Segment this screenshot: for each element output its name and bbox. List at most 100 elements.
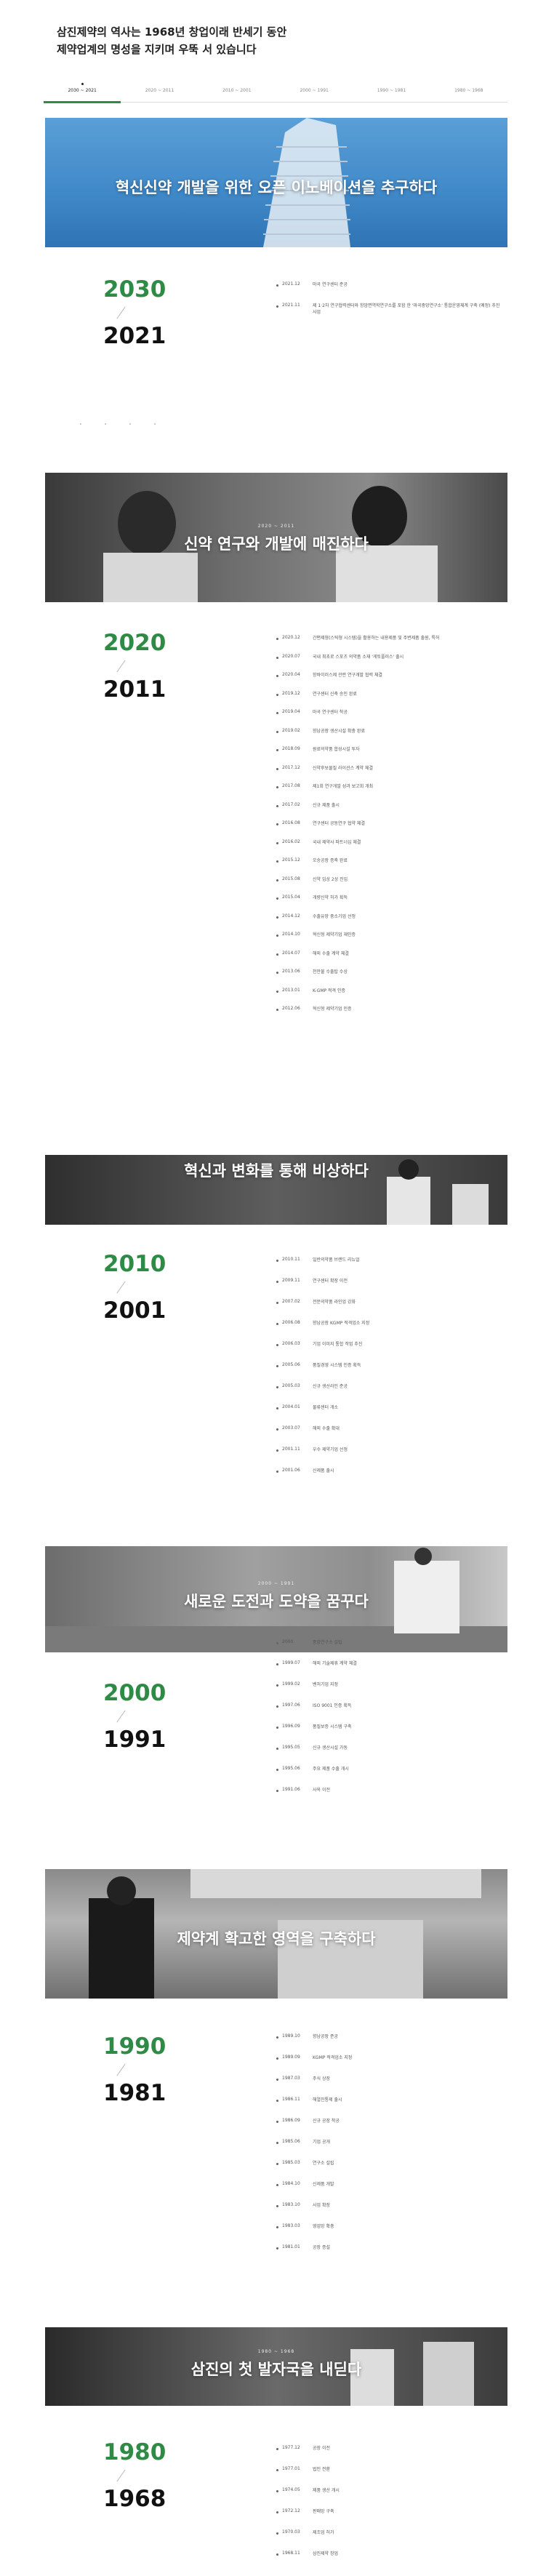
event-text: 천만불 수출탑 수상: [313, 969, 348, 975]
timeline-event: 1996.09 품질보증 시스템 구축: [275, 1722, 507, 1743]
timeline-event: 2019.12 연구센터 신축 승인 완료: [275, 689, 507, 708]
event-date: 2015.08: [282, 876, 300, 881]
event-text: 공장 증설: [313, 2245, 330, 2250]
era-start-year: 2020: [103, 630, 166, 656]
event-text: 중앙연구소 설립: [313, 1640, 342, 1645]
event-text: 품질보증 시스템 구축: [313, 1724, 352, 1729]
timeline-event: 2017.02 신규 제품 출시: [275, 801, 507, 820]
timeline-event: 2006.08 향남공장 KGMP 적격업소 지정: [275, 1319, 507, 1340]
event-date: 1983.03: [282, 2223, 300, 2228]
era-start-year: 1980: [103, 2439, 166, 2465]
event-text: 국내 제약사 파트너십 체결: [313, 839, 361, 845]
tab-1990-1981[interactable]: 1990 ~ 1981: [353, 80, 430, 102]
timeline-event: 2013.06 천만불 수출탑 수상: [275, 967, 507, 986]
event-text: 제조업 허가: [313, 2530, 334, 2535]
banner-title: 혁신신약 개발을 위한 오픈 이노베이션을 추구하다: [115, 179, 438, 196]
slash-divider: [115, 1281, 127, 1293]
event-text: 연구센터 공동연구 협약 체결: [313, 821, 365, 826]
event-date: 2015.12: [282, 857, 300, 863]
event-text: 연구소 설립: [313, 2161, 334, 2166]
event-text: 법인 전환: [313, 2467, 330, 2472]
intro-line-1: 삼진제약의 역사는 1968년 창업이래 반세기 동안: [57, 25, 287, 39]
timeline-event: 1984.10 신제품 개발: [275, 2180, 507, 2201]
timeline-event: 2005.03 신규 생산라인 준공: [275, 1382, 507, 1403]
event-list: 2020.12 간편제형(스틱형 시스템)을 활용하는 내용제품 및 주변제품 출…: [275, 633, 507, 1023]
timeline-event: 2007.02 전문의약품 라인업 강화: [275, 1297, 507, 1319]
event-text: 항바이러스제 관련 연구개발 협력 체결: [313, 673, 382, 678]
event-date: 2018.09: [282, 746, 300, 751]
event-date: 2016.02: [282, 839, 300, 844]
event-text: 수출유망 중소기업 선정: [313, 913, 356, 919]
event-date: 1974.05: [282, 2487, 300, 2492]
event-date: 1986.11: [282, 2097, 300, 2102]
banner-2010: 혁신과 변화를 통해 비상하다: [45, 1155, 507, 1225]
tab-2010-2001[interactable]: 2010 ~ 2001: [198, 80, 276, 102]
tab-2000-1991[interactable]: 2000 ~ 1991: [276, 80, 353, 102]
event-text: 오송공장 증축 완료: [313, 858, 348, 863]
timeline-event: 1995.05 신규 생산시설 가동: [275, 1743, 507, 1764]
event-date: 1985.03: [282, 2160, 300, 2165]
event-date: 1987.03: [282, 2076, 300, 2081]
timeline-event: 2010.11 일반의약품 브랜드 리뉴얼: [275, 1255, 507, 1276]
timeline-event: 2015.12 오송공장 증축 완료: [275, 856, 507, 875]
event-text: 주요 제품 수출 개시: [313, 1767, 349, 1772]
event-text: 해외 기술제휴 계약 체결: [313, 1661, 357, 1666]
event-text: 연구센터 신축 승인 완료: [313, 691, 357, 697]
timeline-event: 1999.07 해외 기술제휴 계약 체결: [275, 1659, 507, 1680]
timeline-event: 2015.08 신약 임상 2상 진입: [275, 875, 507, 894]
event-text: ISO 9001 인증 획득: [313, 1703, 352, 1708]
timeline-event: 2014.12 수출유망 중소기업 선정: [275, 912, 507, 931]
tab-1980-1968[interactable]: 1980 ~ 1968: [430, 80, 507, 102]
era-years: 1990 1981: [103, 2033, 183, 2106]
event-text: 개량신약 허가 획득: [313, 895, 348, 900]
timeline-event: 1968.11 삼진제약 창업: [275, 2549, 507, 2570]
event-text: 국내 최초로 스포츠 의약품 소재 '게토플러스' 출시: [313, 654, 404, 660]
event-text: 마곡 연구센터 준공: [313, 282, 348, 287]
timeline-event: 1983.10 사업 확장: [275, 2201, 507, 2222]
era-start-year: 2000: [103, 1680, 166, 1706]
event-text: 신제품 출시: [313, 1468, 334, 1473]
banner-2030: 혁신신약 개발을 위한 오픈 이노베이션을 추구하다: [45, 118, 507, 247]
event-text: 품질경영 시스템 인증 획득: [313, 1363, 361, 1368]
event-date: 1999.02: [282, 1681, 300, 1687]
event-date: 2001.11: [282, 1447, 300, 1452]
event-list: 2010.11 일반의약품 브랜드 리뉴얼 2009.11 연구센터 확장 이전 200…: [275, 1255, 507, 1487]
timeline-event: 1983.03 영업망 확충: [275, 2222, 507, 2243]
event-list: 2000. 중앙연구소 설립 1999.07 해외 기술제휴 계약 체결 1999.02…: [275, 1638, 507, 1807]
era-end-year: 2001: [103, 1297, 166, 1324]
slash-divider: [115, 2064, 127, 2076]
timeline-event: 2000. 중앙연구소 설립: [275, 1638, 507, 1659]
banner-1980: 1980 ~ 1968 삼진의 첫 발자국을 내딛다: [45, 2327, 507, 2406]
event-date: 2006.03: [282, 1341, 300, 1346]
banner-title: 제약계 확고한 영역을 구축하다: [177, 1930, 376, 1948]
event-text: 일반의약품 브랜드 리뉴얼: [313, 1257, 360, 1263]
event-date: 1983.10: [282, 2202, 300, 2207]
event-text: 물류센터 개소: [313, 1405, 339, 1410]
era-start-year: 2030: [103, 276, 166, 303]
timeline-event: 1991.06 사옥 이전: [275, 1785, 507, 1807]
event-date: 2001.06: [282, 1468, 300, 1473]
timeline-event: 2017.08 제1회 연구개발 성과 보고회 개최: [275, 782, 507, 801]
event-date: 2004.01: [282, 1404, 300, 1409]
event-text: 해열진통제 출시: [313, 2097, 342, 2103]
event-text: 신규 생산라인 준공: [313, 1384, 348, 1389]
event-text: 기업 이미지 통합 작업 추진: [313, 1342, 363, 1347]
era-end-year: 1968: [103, 2486, 166, 2512]
era-end-year: 1981: [103, 2080, 166, 2106]
event-date: 2000.: [282, 1639, 295, 1644]
event-date: 2021.11: [282, 303, 300, 308]
event-date: 2021.12: [282, 281, 300, 287]
event-date: 2013.06: [282, 969, 300, 974]
event-date: 2005.03: [282, 1383, 300, 1388]
tab-2020-2011[interactable]: 2020 ~ 2011: [121, 80, 198, 102]
era-years: 1980 1968: [103, 2439, 183, 2512]
event-date: 1999.07: [282, 1660, 300, 1665]
event-date: 1977.12: [282, 2445, 300, 2450]
timeline-event: 2001.06 신제품 출시: [275, 1466, 507, 1487]
event-text: 기업 공개: [313, 2140, 330, 2145]
timeline-event: 1974.05 제품 생산 개시: [275, 2486, 507, 2507]
event-date: 2014.10: [282, 932, 300, 937]
event-text: 마곡 연구센터 착공: [313, 710, 348, 715]
timeline-event: 2019.02 향남공장 생산시설 확충 완료: [275, 727, 507, 745]
tab-2030-2021[interactable]: 2030 ~ 2021: [44, 80, 121, 103]
